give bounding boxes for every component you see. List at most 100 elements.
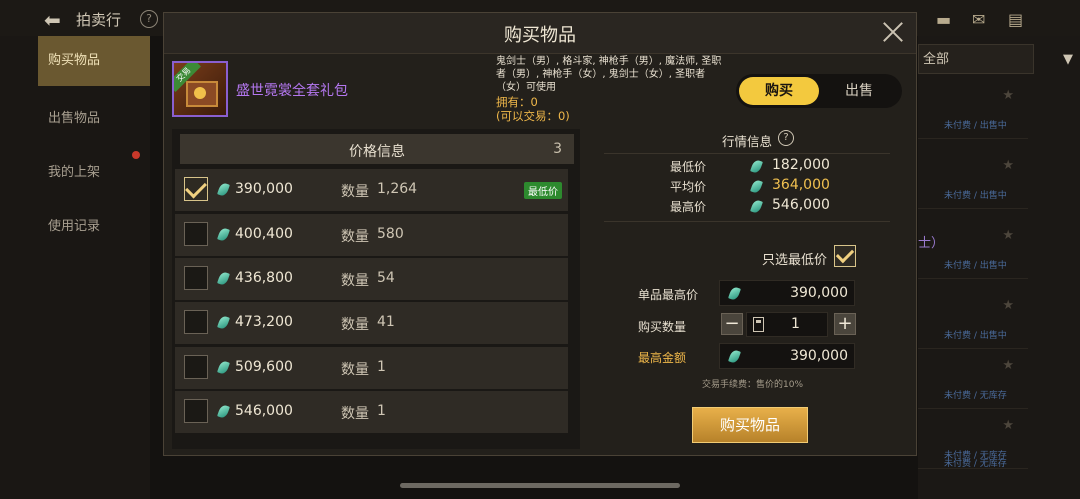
decrease-quantity-button[interactable]: − [721, 313, 743, 335]
row-qty-label: 数量 [341, 317, 369, 333]
gem-icon [728, 348, 741, 365]
background-row-status: 未付费 / 出售中 [944, 331, 1007, 341]
avg-price-value: 364,000 [772, 177, 830, 193]
star-icon[interactable]: ★ [1002, 228, 1014, 243]
increase-quantity-button[interactable]: + [834, 313, 856, 335]
row-qty-label: 数量 [341, 273, 369, 289]
row-checkbox[interactable] [184, 222, 208, 246]
quantity-value: 1 [791, 316, 800, 332]
purchase-button[interactable]: 购买物品 [692, 407, 808, 443]
tab-sell[interactable]: 出售 [819, 77, 899, 105]
sidebar-item-sell[interactable]: 出售物品 [38, 94, 150, 144]
row-price: 509,600 [235, 359, 293, 375]
gem-icon [217, 403, 230, 420]
gem-icon [217, 270, 230, 287]
row-qty: 1 [377, 403, 386, 419]
divider [604, 221, 890, 222]
market-info-title: 行情信息 [722, 134, 773, 149]
flower-icon [194, 87, 206, 99]
star-icon[interactable]: ★ [1002, 298, 1014, 313]
row-price: 390,000 [235, 181, 293, 197]
row-price: 400,400 [235, 226, 293, 242]
quantity-field[interactable]: 1 [746, 312, 828, 337]
gem-icon [217, 226, 230, 243]
background-row-status: 未付费 / 无库存 [944, 459, 1007, 469]
price-row[interactable]: 436,800 数量 54 [175, 258, 568, 300]
unit-max-price-value: 390,000 [790, 285, 848, 301]
row-qty: 1,264 [377, 181, 418, 197]
purchase-dialog: 购买物品 交易 盛世霓裳全套礼包 鬼剑士（男）, 格斗家, 神枪手（男）, 魔法… [163, 12, 917, 456]
row-qty-label: 数量 [341, 362, 369, 378]
star-icon[interactable]: ★ [1002, 418, 1014, 433]
price-row[interactable]: 390,000 数量 1,264 最低价 [175, 169, 568, 211]
category-dropdown[interactable]: 全部 ▼ [918, 44, 1073, 74]
background-list-row[interactable]: ★ 未付费 / 无库存 [918, 352, 1028, 409]
notification-dot [132, 151, 140, 159]
background-list-row[interactable]: ★ 未付费 / 出售中 [918, 82, 1028, 139]
check-icon [835, 244, 855, 264]
row-qty: 54 [377, 270, 395, 286]
sidebar-item-history[interactable]: 使用记录 [38, 202, 150, 252]
buy-sell-tabs: 购买 出售 [736, 74, 902, 108]
tab-buy[interactable]: 购买 [739, 77, 819, 105]
price-list-panel: 价格信息 3 390,000 数量 1,264 最低价 400,400 数量 5… [172, 129, 580, 449]
background-row-status: 未付费 / 出售中 [944, 121, 1007, 131]
usable-classes: 鬼剑士（男）, 格斗家, 神枪手（男）, 魔法师, 圣职者（男）, 神枪手（女）… [496, 56, 722, 93]
row-checkbox[interactable] [184, 399, 208, 423]
background-list-row[interactable]: ★ 士） 未付费 / 出售中 [918, 222, 1028, 279]
row-qty: 1 [377, 359, 386, 375]
lowest-only-checkbox[interactable] [834, 244, 856, 267]
row-checkbox[interactable] [184, 266, 208, 290]
row-price: 546,000 [235, 403, 293, 419]
row-checkbox[interactable] [184, 355, 208, 379]
price-row[interactable]: 546,000 数量 1 [175, 391, 568, 433]
lowest-price-badge: 最低价 [524, 182, 562, 199]
divider [604, 153, 890, 154]
gem-icon [750, 158, 763, 175]
gem-icon [750, 198, 763, 215]
home-indicator[interactable] [400, 483, 680, 488]
mail-icon[interactable]: ▬ [936, 10, 951, 29]
dialog-title: 购买物品 [504, 25, 576, 46]
sidebar-item-buy[interactable]: 购买物品 [38, 36, 150, 86]
row-qty-label: 数量 [341, 406, 369, 422]
max-price-label: 最高价 [670, 200, 707, 214]
gem-icon [217, 359, 230, 376]
max-total-field: 390,000 [719, 343, 855, 369]
item-name: 盛世霓裳全套礼包 [236, 83, 348, 99]
row-checkbox[interactable] [184, 310, 208, 334]
price-row[interactable]: 473,200 数量 41 [175, 302, 568, 344]
price-list-title: 价格信息 [349, 144, 405, 160]
help-icon[interactable]: ? [778, 130, 794, 146]
chevron-down-icon: ▼ [1063, 52, 1073, 67]
star-icon[interactable]: ★ [1002, 358, 1014, 373]
message-icon[interactable]: ✉ [972, 10, 985, 29]
background-partial-text: 士） [918, 236, 945, 251]
background-list-row[interactable]: ★ 未付费 / 出售中 [918, 152, 1028, 209]
gem-icon [217, 181, 230, 198]
close-icon[interactable] [880, 19, 906, 45]
dialog-header: 购买物品 [164, 13, 916, 54]
price-row[interactable]: 400,400 数量 580 [175, 214, 568, 256]
price-row[interactable]: 509,600 数量 1 [175, 347, 568, 389]
gem-icon [728, 285, 741, 302]
calculator-icon[interactable] [753, 317, 764, 332]
chat-icon[interactable]: ▤ [1008, 10, 1023, 29]
max-total-value: 390,000 [790, 348, 848, 364]
fee-note: 交易手续费：售价的10% [702, 380, 804, 390]
row-checkbox[interactable] [184, 176, 208, 201]
min-price-label: 最低价 [670, 160, 707, 174]
tradable-count: (可以交易：0) [496, 109, 570, 123]
max-price-value: 546,000 [772, 197, 830, 213]
background-help-icon[interactable]: ? [140, 10, 158, 28]
back-arrow-icon[interactable]: ⬅ [44, 8, 61, 32]
unit-max-price-label: 单品最高价 [638, 288, 699, 302]
lowest-only-label: 只选最低价 [762, 253, 828, 268]
unit-max-price-field[interactable]: 390,000 [719, 280, 855, 306]
background-row-status: 未付费 / 出售中 [944, 261, 1007, 271]
star-icon[interactable]: ★ [1002, 158, 1014, 173]
background-list-row[interactable]: 未付费 / 无库存 [918, 440, 1028, 496]
background-list-row[interactable]: ★ 未付费 / 出售中 [918, 292, 1028, 349]
quantity-label: 购买数量 [638, 320, 687, 334]
star-icon[interactable]: ★ [1002, 88, 1014, 103]
